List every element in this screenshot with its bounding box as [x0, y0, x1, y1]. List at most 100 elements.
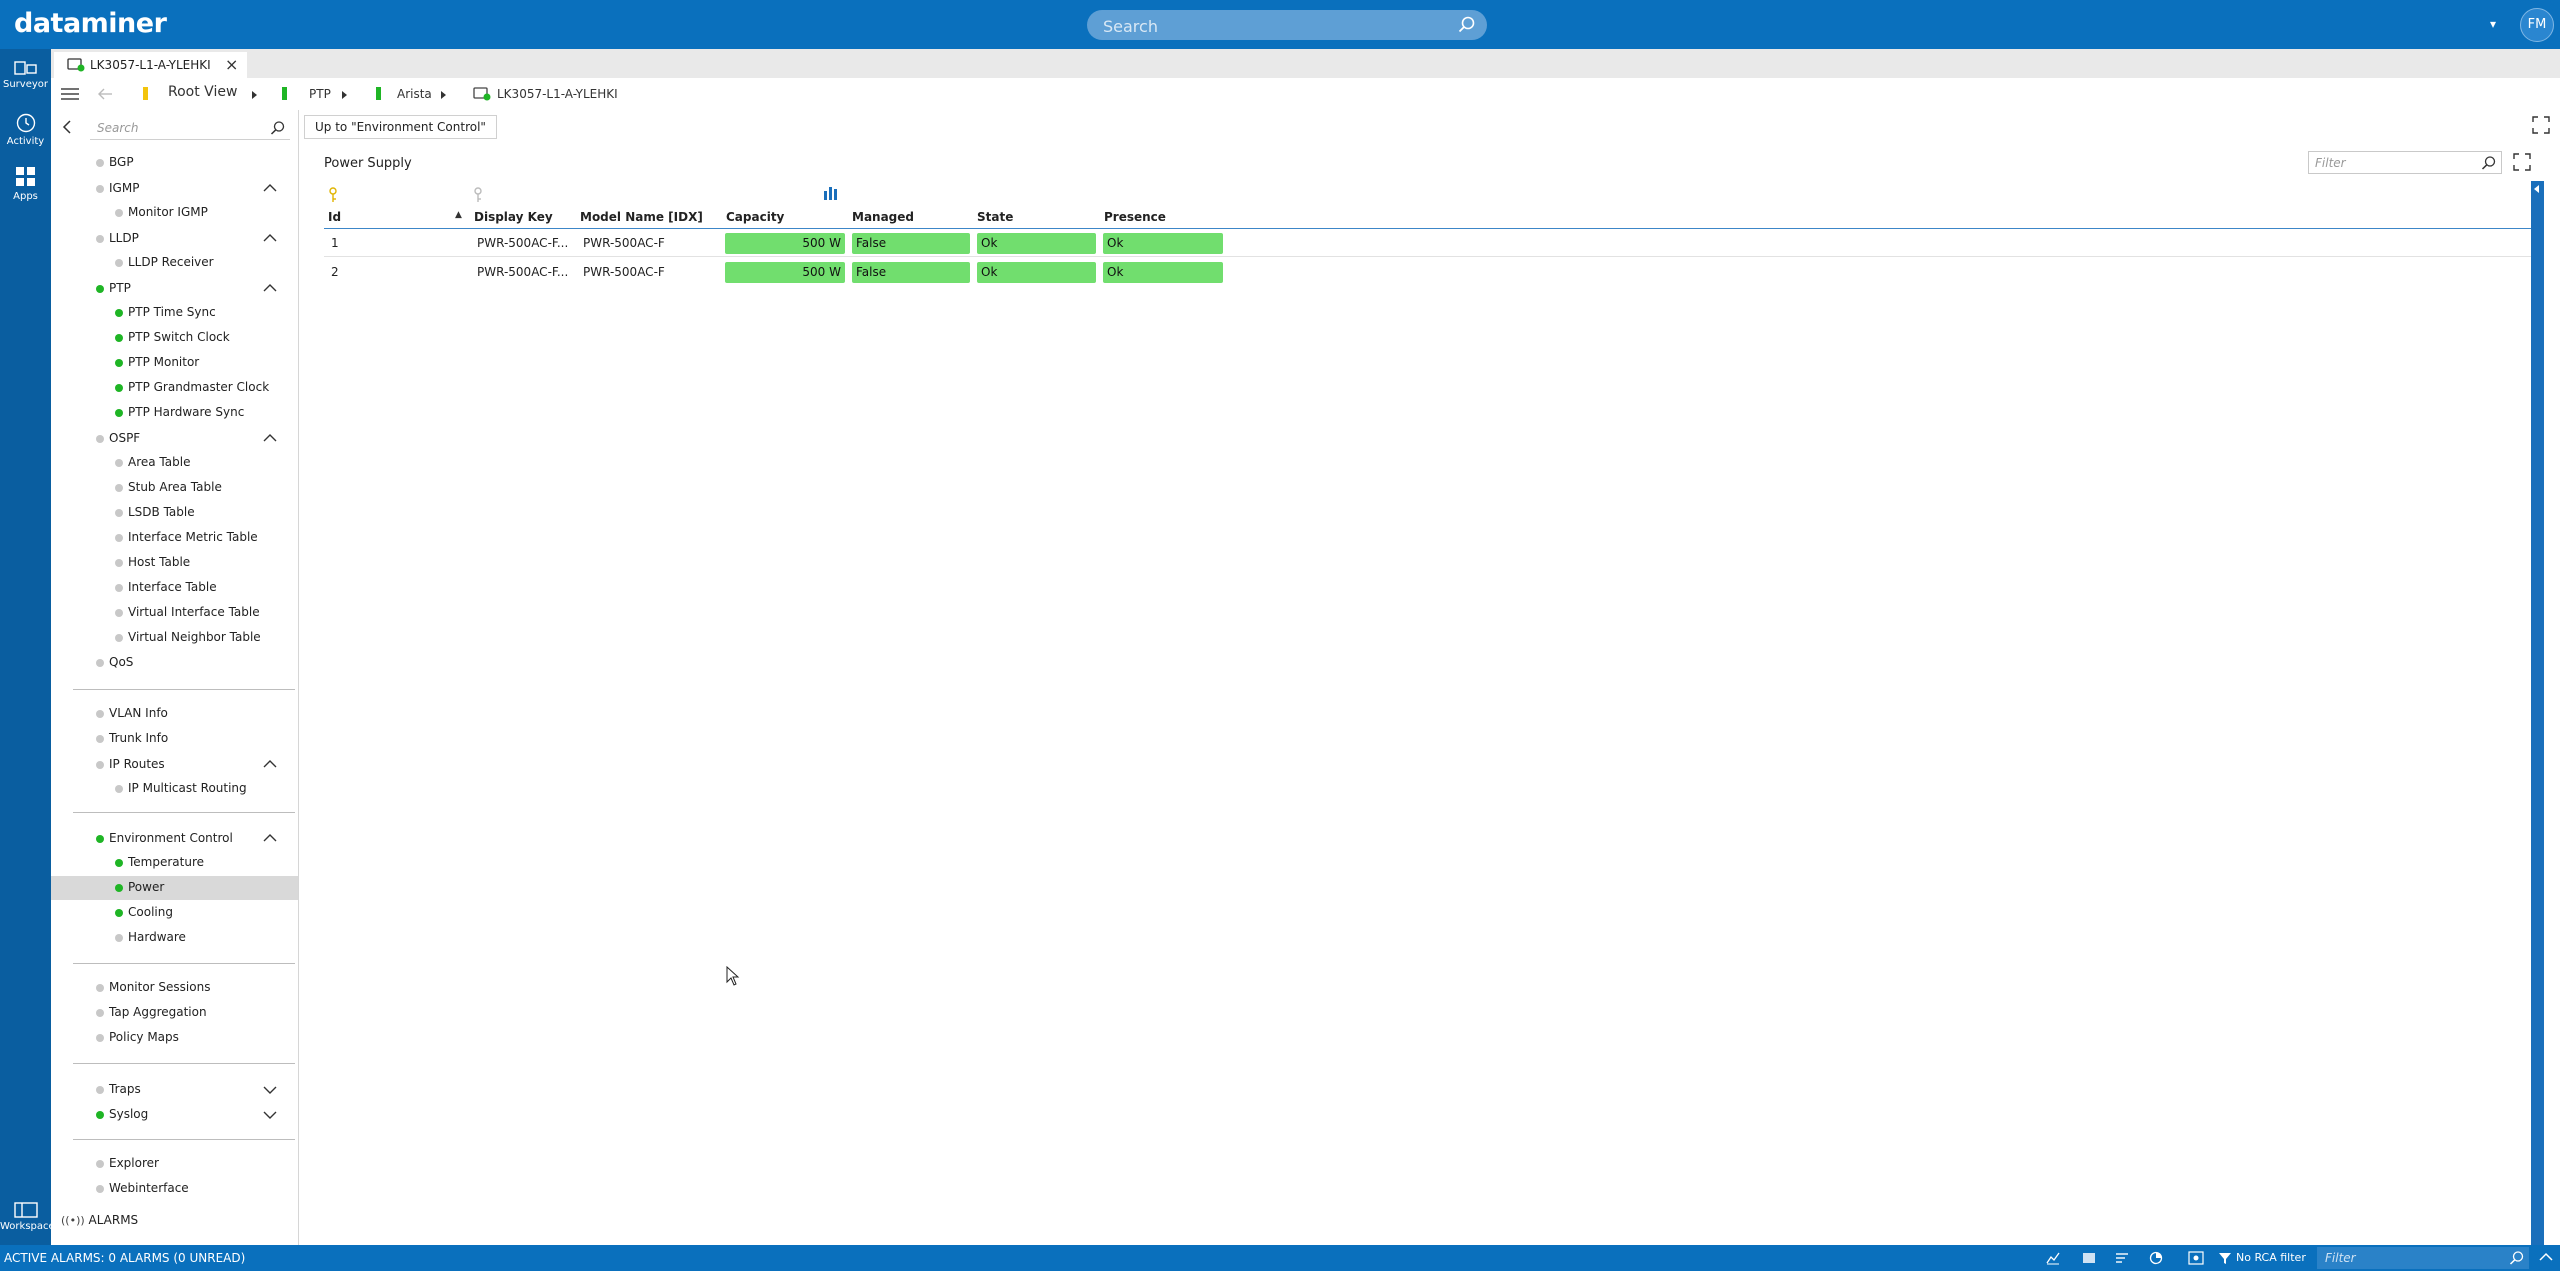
- rail-item-activity[interactable]: Activity: [0, 112, 51, 147]
- chevron-up-icon[interactable]: [263, 759, 277, 769]
- column-header-model-name[interactable]: Model Name [IDX]: [580, 210, 703, 224]
- sidebar-item-bgp[interactable]: BGP: [51, 152, 298, 174]
- chevron-up-icon[interactable]: [263, 283, 277, 293]
- sidebar-item-ip-routes[interactable]: IP Routes: [51, 754, 298, 776]
- rail-item-surveyor[interactable]: Surveyor: [0, 59, 51, 90]
- search-icon[interactable]: [2509, 1250, 2525, 1266]
- filter-funnel-icon[interactable]: [2218, 1251, 2232, 1265]
- sidebar-item-area-table[interactable]: Area Table: [51, 452, 298, 474]
- up-to-parent-button[interactable]: Up to "Environment Control": [304, 115, 497, 139]
- breadcrumb-separator-icon[interactable]: [252, 91, 257, 99]
- fullscreen-icon[interactable]: [2513, 153, 2531, 171]
- sidebar-item-host-table[interactable]: Host Table: [51, 552, 298, 574]
- sort-icon[interactable]: [2115, 1251, 2129, 1265]
- sidebar-item-vlan-info[interactable]: VLAN Info: [51, 703, 298, 725]
- sidebar-item-webinterface[interactable]: Webinterface: [51, 1178, 298, 1200]
- chevron-up-icon[interactable]: [263, 833, 277, 843]
- sidebar-item-hardware[interactable]: Hardware: [51, 927, 298, 949]
- sort-ascending-icon[interactable]: ▲: [455, 210, 462, 220]
- sidebar-item-policy-maps[interactable]: Policy Maps: [51, 1027, 298, 1049]
- sidebar-item-explorer[interactable]: Explorer: [51, 1153, 298, 1175]
- breadcrumb-separator-icon[interactable]: [441, 91, 446, 99]
- chevron-left-icon[interactable]: [61, 120, 73, 134]
- breadcrumb-element[interactable]: LK3057-L1-A-YLEHKI: [497, 87, 618, 101]
- rail-item-apps[interactable]: Apps: [0, 165, 51, 202]
- sidebar-item-lldp[interactable]: LLDP: [51, 228, 298, 250]
- sidebar-item-ptp-hardware-sync[interactable]: PTP Hardware Sync: [51, 402, 298, 424]
- sidebar-item-lldp-receiver[interactable]: LLDP Receiver: [51, 252, 298, 274]
- sidebar-item-interface-table[interactable]: Interface Table: [51, 577, 298, 599]
- sidebar-item-ptp-time-sync[interactable]: PTP Time Sync: [51, 302, 298, 324]
- column-header-state[interactable]: State: [977, 210, 1013, 224]
- details-pane-toggle[interactable]: [2531, 181, 2544, 1245]
- active-alarms-status[interactable]: ACTIVE ALARMS: 0 ALARMS (0 UNREAD): [4, 1251, 245, 1265]
- search-icon[interactable]: [270, 120, 286, 136]
- trend-icon[interactable]: [2046, 1251, 2060, 1265]
- sidebar-item-temperature[interactable]: Temperature: [51, 852, 298, 874]
- back-arrow-icon[interactable]: [97, 87, 113, 101]
- column-header-capacity[interactable]: Capacity: [726, 210, 784, 224]
- chevron-up-icon[interactable]: [263, 233, 277, 243]
- sidebar-item-cooling[interactable]: Cooling: [51, 902, 298, 924]
- chevron-up-icon[interactable]: [263, 433, 277, 443]
- sidebar-search-input[interactable]: Search: [90, 116, 290, 140]
- chevron-up-icon[interactable]: [2539, 1251, 2553, 1263]
- sidebar-item-monitor-igmp[interactable]: Monitor IGMP: [51, 202, 298, 224]
- rca-filter-label[interactable]: No RCA filter: [2236, 1251, 2306, 1264]
- sidebar-item-syslog[interactable]: Syslog: [51, 1104, 298, 1126]
- breadcrumb-ptp[interactable]: PTP: [309, 87, 331, 101]
- chevron-down-icon[interactable]: [263, 1110, 277, 1120]
- chevron-up-icon[interactable]: [263, 183, 277, 193]
- sidebar-item-ptp-grandmaster-clock[interactable]: PTP Grandmaster Clock: [51, 377, 298, 399]
- column-header-presence[interactable]: Presence: [1104, 210, 1166, 224]
- hamburger-menu-icon[interactable]: [61, 87, 79, 101]
- alarm-filter-input[interactable]: Filter: [2317, 1247, 2529, 1269]
- global-search-input[interactable]: Search: [1087, 10, 1487, 40]
- table-row[interactable]: 2 PWR-500AC-F... PWR-500AC-F 500 W False…: [324, 259, 2531, 286]
- close-icon[interactable]: ×: [225, 55, 238, 74]
- breadcrumb-separator-icon[interactable]: [342, 91, 347, 99]
- chevron-down-icon[interactable]: [263, 1085, 277, 1095]
- fullscreen-icon[interactable]: [2532, 116, 2550, 134]
- sidebar-item-ospf[interactable]: OSPF: [51, 428, 298, 450]
- display-key-icon: [474, 187, 482, 202]
- column-header-display-key[interactable]: Display Key: [474, 210, 553, 224]
- sidebar-item-traps[interactable]: Traps: [51, 1079, 298, 1101]
- column-header-id[interactable]: Id: [328, 210, 341, 224]
- rail-item-workspace[interactable]: Workspace: [0, 1201, 55, 1232]
- status-dot: [115, 484, 123, 492]
- sidebar-item-ptp[interactable]: PTP: [51, 278, 298, 300]
- sidebar-item-trunk-info[interactable]: Trunk Info: [51, 728, 298, 750]
- sidebar-item-tap-aggregation[interactable]: Tap Aggregation: [51, 1002, 298, 1024]
- sidebar-item-lsdb-table[interactable]: LSDB Table: [51, 502, 298, 524]
- user-avatar[interactable]: FM: [2520, 8, 2554, 42]
- sidebar-item-ip-multicast-routing[interactable]: IP Multicast Routing: [51, 778, 298, 800]
- sidebar-item-qos[interactable]: QoS: [51, 652, 298, 674]
- table-filter-input[interactable]: Filter: [2308, 151, 2502, 174]
- dataminer-logo[interactable]: dataminer: [14, 8, 167, 39]
- tab-element[interactable]: LK3057-L1-A-YLEHKI ×: [54, 52, 247, 78]
- sidebar-item-ptp-monitor[interactable]: PTP Monitor: [51, 352, 298, 374]
- sidebar-item-stub-area-table[interactable]: Stub Area Table: [51, 477, 298, 499]
- sidebar-item-power[interactable]: Power: [51, 876, 298, 900]
- sidebar-item-igmp[interactable]: IGMP: [51, 178, 298, 200]
- search-icon[interactable]: [2481, 155, 2497, 171]
- breadcrumb-root-view[interactable]: Root View: [168, 84, 237, 100]
- sidebar-item-label: Virtual Neighbor Table: [128, 630, 261, 644]
- trend-chart-icon[interactable]: [823, 186, 839, 200]
- sidebar-item-virtual-interface-table[interactable]: Virtual Interface Table: [51, 602, 298, 624]
- focus-icon[interactable]: [2188, 1251, 2204, 1265]
- sidebar-item-ptp-switch-clock[interactable]: PTP Switch Clock: [51, 327, 298, 349]
- search-icon[interactable]: [1457, 15, 1477, 35]
- chevron-down-icon[interactable]: ▾: [2490, 17, 2496, 31]
- alarms-link[interactable]: ((•)) ALARMS: [61, 1213, 138, 1227]
- list-view-icon[interactable]: [2082, 1251, 2096, 1265]
- sidebar-item-monitor-sessions[interactable]: Monitor Sessions: [51, 977, 298, 999]
- breadcrumb-arista[interactable]: Arista: [397, 87, 432, 101]
- pie-chart-icon[interactable]: [2149, 1251, 2163, 1265]
- table-row[interactable]: 1 PWR-500AC-F... PWR-500AC-F 500 W False…: [324, 230, 2531, 257]
- sidebar-item-environment-control[interactable]: Environment Control: [51, 828, 298, 850]
- sidebar-item-virtual-neighbor-table[interactable]: Virtual Neighbor Table: [51, 627, 298, 649]
- sidebar-item-interface-metric-table[interactable]: Interface Metric Table: [51, 527, 298, 549]
- column-header-managed[interactable]: Managed: [852, 210, 914, 224]
